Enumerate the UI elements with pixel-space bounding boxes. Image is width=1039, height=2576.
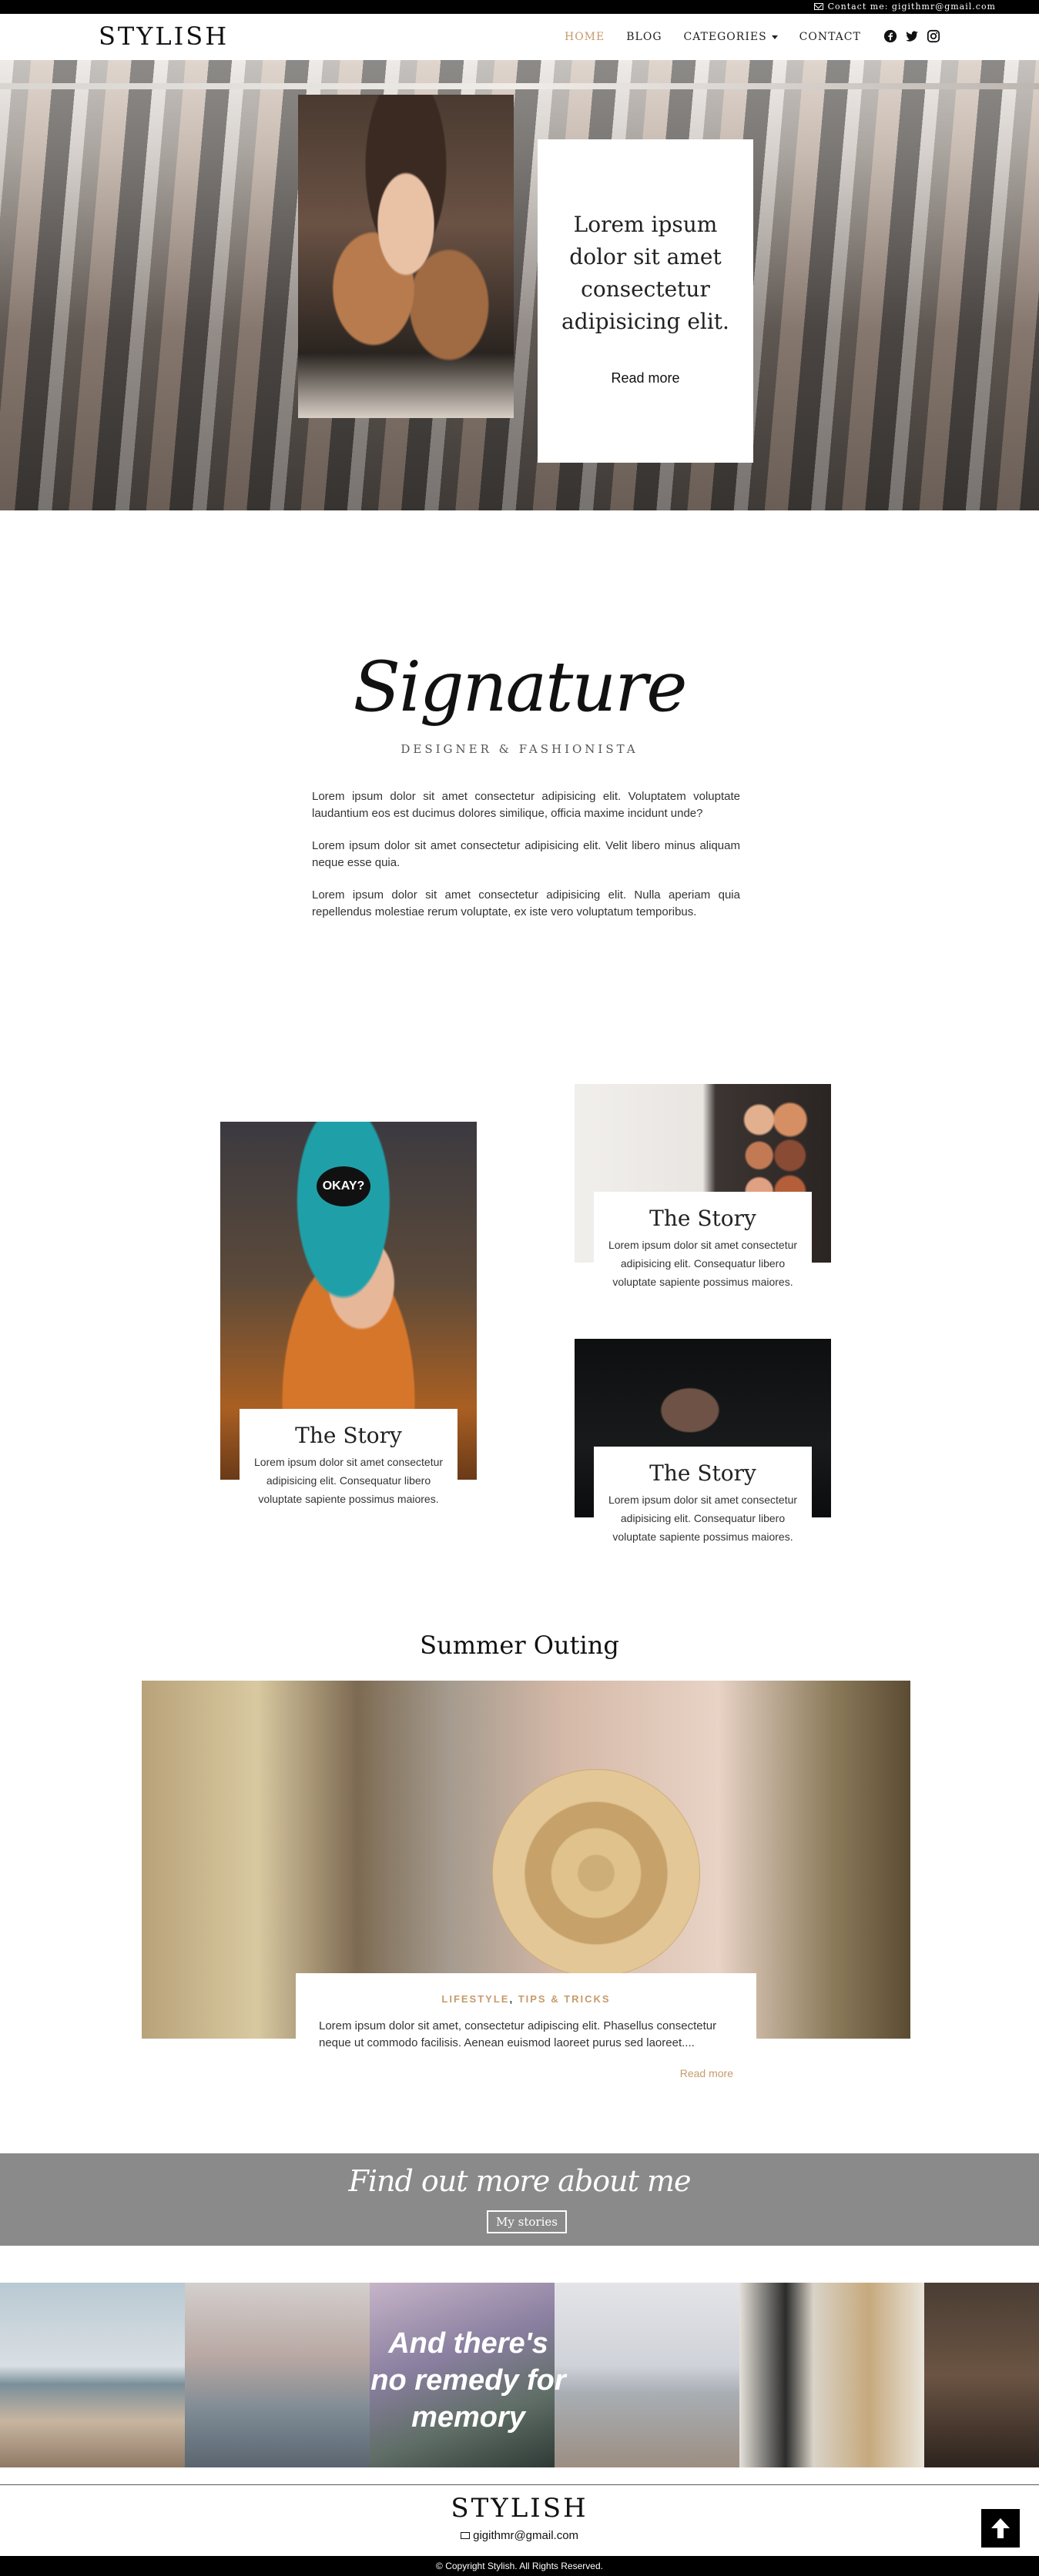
nav-item-contact[interactable]: CONTACT xyxy=(799,31,861,43)
gallery-image-tree[interactable] xyxy=(185,2283,370,2467)
top-bar: Contact me: gigithmr@gmail.com xyxy=(0,0,1039,14)
gallery-image-beach[interactable] xyxy=(0,2283,185,2467)
outing-card: LIFESTYLE, TIPS & TRICKS Lorem ipsum dol… xyxy=(296,1973,756,2100)
category-lifestyle-link[interactable]: LIFESTYLE xyxy=(441,1993,509,2005)
instagram-icon[interactable] xyxy=(927,29,940,43)
gallery-quote-text: And there's no remedy for memory xyxy=(370,2327,566,2434)
signature-subtitle: DESIGNER & FASHIONISTA xyxy=(401,742,638,756)
brand-logo[interactable]: STYLISH xyxy=(99,22,229,51)
band-title: Find out more about me xyxy=(348,2164,692,2198)
hero-title: Lorem ipsum dolor sit amet consectetur a… xyxy=(561,212,729,334)
outing-title: Summer Outing xyxy=(420,1631,619,1660)
copyright-bar: © Copyright Stylish. All Rights Reserved… xyxy=(0,2556,1039,2576)
social-links xyxy=(883,29,940,43)
hero-card: Lorem ipsum dolor sit amet consectetur a… xyxy=(538,139,753,463)
about-paragraph-1: Lorem ipsum dolor sit amet consectetur a… xyxy=(312,790,740,820)
footer-brand: STYLISH xyxy=(451,2493,588,2524)
straw-hat-shape xyxy=(492,1769,700,1977)
story-title-1: The Story xyxy=(295,1423,402,1448)
footer-divider xyxy=(0,2484,1039,2485)
footer-email-text: gigithmr@gmail.com xyxy=(473,2529,579,2542)
nav-item-blog[interactable]: BLOG xyxy=(626,31,662,43)
nav-item-categories[interactable]: CATEGORIES xyxy=(684,31,778,43)
story-text-3: Lorem ipsum dolor sit amet consectetur a… xyxy=(608,1494,798,1543)
caret-down-icon xyxy=(771,35,778,39)
outing-categories: LIFESTYLE, TIPS & TRICKS xyxy=(296,1993,756,2005)
hero-portrait-image xyxy=(298,95,514,418)
story-text-2: Lorem ipsum dolor sit amet consectetur a… xyxy=(608,1239,798,1288)
nav-item-home[interactable]: HOME xyxy=(565,31,605,43)
contact-text: Contact me: gigithmr@gmail.com xyxy=(827,2,996,12)
arrow-up-icon xyxy=(991,2518,1010,2538)
hero-read-more-link[interactable]: Read more xyxy=(538,370,753,386)
hero-section: Lorem ipsum dolor sit amet consectetur a… xyxy=(0,60,1039,510)
twitter-icon[interactable] xyxy=(905,29,919,43)
okay-badge: OKAY? xyxy=(317,1166,370,1206)
gallery-image-books[interactable] xyxy=(739,2283,924,2467)
facebook-icon[interactable] xyxy=(883,29,897,43)
signature-heading: Signature xyxy=(353,647,687,728)
story-title-3: The Story xyxy=(649,1460,756,1486)
outing-text: Lorem ipsum dolor sit amet, consectetur … xyxy=(319,2019,717,2049)
clothes-rail xyxy=(0,83,1039,89)
my-stories-button[interactable]: My stories xyxy=(487,2210,567,2233)
story-title-2: The Story xyxy=(649,1206,756,1231)
story-card-3: The Story Lorem ipsum dolor sit amet con… xyxy=(594,1447,812,1574)
story-card-1: The Story Lorem ipsum dolor sit amet con… xyxy=(240,1409,457,1536)
back-to-top-button[interactable] xyxy=(981,2509,1020,2548)
gallery-image-reading[interactable] xyxy=(924,2283,1039,2467)
envelope-icon-footer xyxy=(460,2532,470,2539)
contact-info[interactable]: Contact me: gigithmr@gmail.com xyxy=(813,2,996,12)
navbar: STYLISH HOME BLOG CATEGORIES CONTACT xyxy=(0,14,1039,61)
about-paragraph-2: Lorem ipsum dolor sit amet consectetur a… xyxy=(312,839,740,869)
envelope-icon xyxy=(813,3,823,10)
about-paragraph-3: Lorem ipsum dolor sit amet consectetur a… xyxy=(312,888,740,918)
outing-read-more-link[interactable]: Read more xyxy=(680,2067,733,2079)
nav-menu: HOME BLOG CATEGORIES CONTACT xyxy=(565,31,861,43)
category-separator: , xyxy=(509,1993,518,2005)
story-text-1: Lorem ipsum dolor sit amet consectetur a… xyxy=(253,1456,444,1505)
find-out-more-band: Find out more about me My stories xyxy=(0,2153,1039,2246)
story-card-2: The Story Lorem ipsum dolor sit amet con… xyxy=(594,1192,812,1319)
footer-email[interactable]: gigithmr@gmail.com xyxy=(0,2529,1039,2542)
category-tips-link[interactable]: TIPS & TRICKS xyxy=(518,1993,611,2005)
nav-item-categories-label: CATEGORIES xyxy=(683,31,767,43)
gallery-image-seaside[interactable] xyxy=(555,2283,739,2467)
